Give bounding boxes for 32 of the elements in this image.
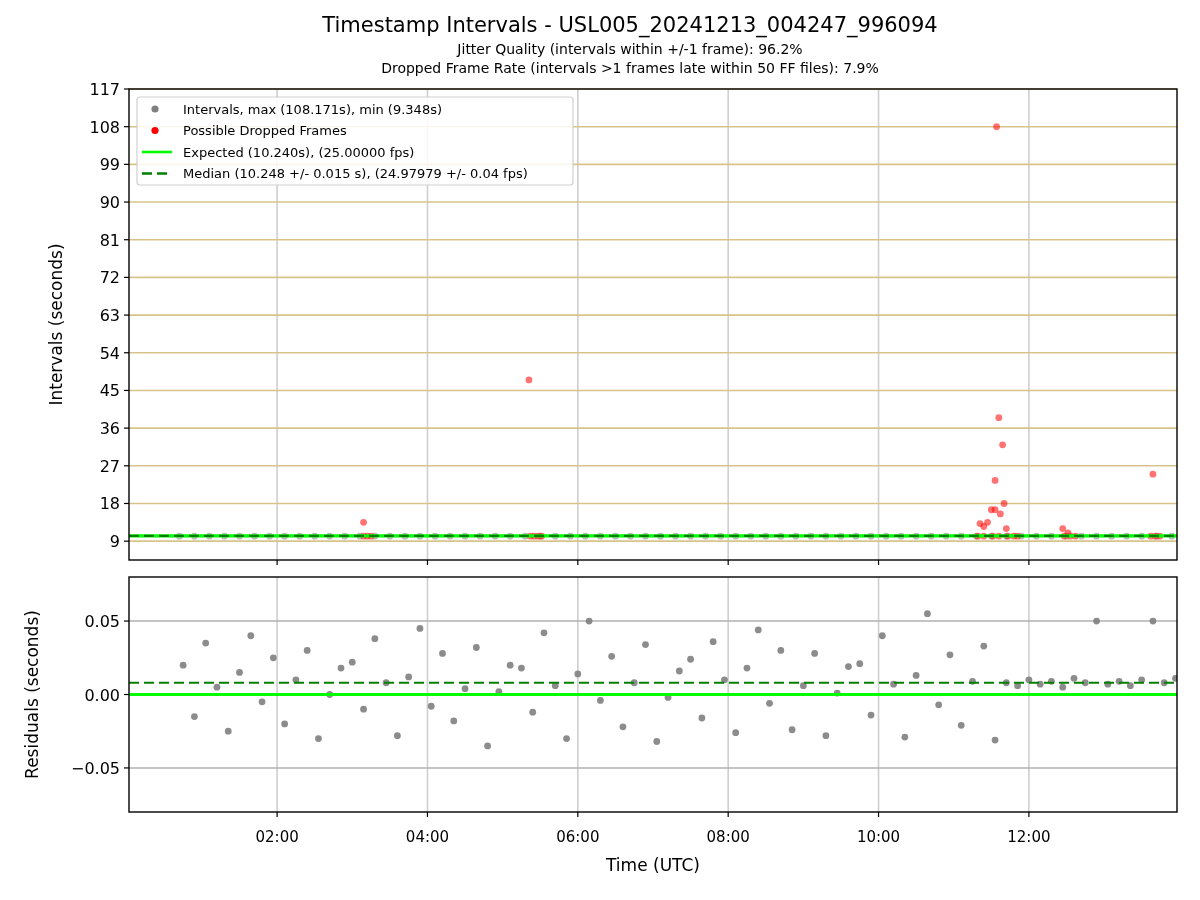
y-tick-label: 117: [89, 80, 120, 99]
legend-label: Possible Dropped Frames: [183, 123, 347, 138]
y-tick-label: 18: [99, 494, 120, 514]
x-tick-label: 10:00: [856, 828, 901, 846]
figure-subtitle: Jitter Quality (intervals within +/-1 frame): 96.2%: [457, 40, 803, 59]
figure-title: Timestamp Intervals - USL005_20241213_004247_996094: [322, 12, 938, 38]
y-tick-label: 99: [99, 155, 120, 175]
legend-label: Expected (10.240s), (25.00000 fps): [183, 144, 415, 160]
y-tick-label: 45: [99, 381, 120, 401]
y-tick-label: 63: [99, 306, 120, 326]
y-axis-label: Intervals (seconds): [46, 243, 66, 406]
y-tick-label: 27: [99, 456, 120, 476]
y-tick-label: 72: [99, 268, 120, 288]
x-tick-label: 08:00: [706, 828, 750, 846]
figure-subtitle: Dropped Frame Rate (intervals >1 frames late within 50 FF files): 7.9%: [381, 59, 879, 78]
y-tick-label: 9: [109, 532, 120, 552]
legend-label: Median (10.248 +/- 0.015 s), (24.97979 +/- 0.04 fps): [183, 166, 528, 181]
y-tick-label: 54: [99, 343, 120, 363]
x-tick-label: 04:00: [405, 828, 450, 846]
y-tick-label: 108: [89, 117, 120, 137]
y-tick-label: 36: [99, 419, 120, 439]
y-tick-label: 90: [99, 193, 120, 213]
x-tick-label: 12:00: [1007, 828, 1051, 846]
y-axis-label: Residuals (seconds): [22, 610, 42, 779]
x-axis-label: Time (UTC): [606, 855, 700, 875]
legend-label: Intervals, max (108.171s), min (9.348s): [183, 101, 442, 117]
y-tick-label: 0.05: [84, 612, 120, 632]
y-tick-label: 81: [99, 230, 120, 250]
x-tick-label: 02:00: [255, 828, 299, 846]
y-tick-label: 0.00: [84, 685, 120, 705]
y-tick-label: −0.05: [70, 758, 120, 778]
x-tick-label: 06:00: [556, 828, 600, 846]
